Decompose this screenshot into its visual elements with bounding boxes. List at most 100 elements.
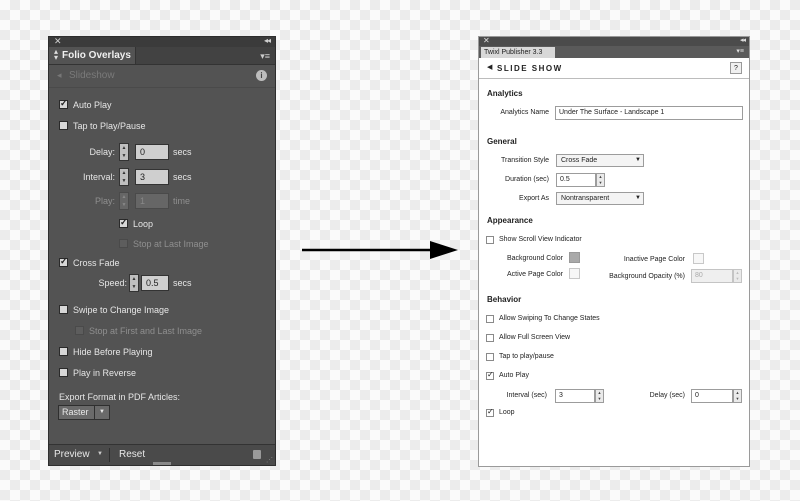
delay-input[interactable]: 0: [691, 389, 733, 403]
collapse-icon[interactable]: ◂◂: [740, 36, 746, 44]
tab-folio-overlays[interactable]: ▴ ▾ Folio Overlays: [49, 47, 136, 64]
chevron-down-icon: ▼: [635, 195, 641, 201]
close-icon[interactable]: ✕: [483, 36, 490, 45]
swipe-row[interactable]: Swipe to Change Image: [59, 304, 169, 318]
resize-grip-icon[interactable]: ⋰: [266, 456, 273, 464]
transition-style-value: Cross Fade: [561, 157, 598, 164]
close-icon[interactable]: ✕: [54, 36, 62, 47]
stop-at-last-checkbox[interactable]: [119, 239, 128, 249]
allow-swiping-label: Allow Swiping To Change States: [499, 315, 600, 322]
interval-input[interactable]: 3: [555, 389, 595, 403]
panel-top-bar: ✕ ◂◂: [479, 36, 749, 46]
reset-button[interactable]: Reset: [119, 449, 145, 460]
duration-stepper[interactable]: ▲ ▼: [596, 173, 605, 187]
stop-first-last-label: Stop at First and Last Image: [89, 325, 203, 336]
twixl-publisher-panel: ✕ ◂◂ Twixl Publisher 3.3 ▾≡ ◀ SLIDE SHOW…: [478, 36, 750, 467]
interval-label: Interval:: [82, 172, 115, 182]
preview-dropdown-icon[interactable]: ▼: [97, 451, 103, 457]
active-page-color-swatch[interactable]: [569, 268, 580, 279]
speed-label: Speed:: [98, 278, 127, 288]
panel-menu-icon[interactable]: ▾≡: [736, 47, 744, 55]
appearance-heading: Appearance: [487, 216, 533, 225]
trash-icon[interactable]: [253, 450, 261, 459]
play-reverse-row[interactable]: Play in Reverse: [59, 367, 136, 381]
full-screen-checkbox[interactable]: [486, 334, 494, 342]
hide-before-row[interactable]: Hide Before Playing: [59, 346, 153, 360]
transition-style-select[interactable]: Cross Fade ▼: [556, 154, 644, 167]
back-arrow-icon[interactable]: ◂: [57, 70, 62, 81]
interval-unit: secs: [173, 172, 192, 182]
speed-stepper[interactable]: ▲ ▼: [129, 274, 139, 292]
cross-fade-row[interactable]: Cross Fade: [59, 256, 120, 271]
auto-play-checkbox[interactable]: [486, 370, 494, 380]
cross-fade-label: Cross Fade: [73, 257, 120, 268]
interval-stepper[interactable]: ▲ ▼: [595, 389, 604, 403]
stop-at-last-label: Stop at Last Image: [133, 238, 209, 249]
play-reverse-checkbox[interactable]: [59, 368, 68, 378]
collapse-icon[interactable]: ◂◂: [264, 36, 271, 45]
tap-to-play-checkbox[interactable]: [59, 121, 68, 131]
speed-input[interactable]: 0.5: [141, 275, 169, 291]
auto-play-label: Auto Play: [73, 99, 112, 110]
arrow-right-icon: [302, 241, 458, 259]
delay-stepper[interactable]: ▲ ▼: [119, 143, 129, 161]
tap-play-pause-label: Tap to play/pause: [499, 353, 554, 360]
swipe-checkbox[interactable]: [59, 305, 68, 315]
drag-handle[interactable]: [153, 462, 171, 465]
transition-style-label: Transition Style: [501, 157, 549, 164]
info-icon[interactable]: i: [256, 70, 267, 81]
duration-input[interactable]: 0.5: [556, 173, 596, 187]
preview-button[interactable]: Preview: [54, 449, 90, 460]
analytics-name-label: Analytics Name: [500, 109, 549, 116]
play-reverse-label: Play in Reverse: [73, 367, 137, 378]
panel-footer: Preview ▼ Reset ⋰: [49, 444, 275, 465]
loop-row[interactable]: Loop: [119, 217, 153, 232]
active-page-color-label: Active Page Color: [506, 271, 563, 278]
overlay-type-header: ◂ Slideshow i: [49, 65, 275, 88]
stop-first-last-checkbox[interactable]: [75, 326, 84, 336]
full-screen-label: Allow Full Screen View: [499, 334, 571, 341]
hide-before-label: Hide Before Playing: [73, 346, 153, 357]
tap-play-pause-checkbox[interactable]: [486, 353, 494, 361]
divider: [109, 448, 110, 462]
export-format-select[interactable]: Raster ▼: [58, 405, 110, 420]
general-heading: General: [487, 137, 517, 146]
stop-at-last-row[interactable]: Stop at Last Image: [119, 238, 209, 252]
loop-checkbox[interactable]: [486, 407, 494, 417]
help-button[interactable]: ?: [730, 62, 742, 74]
background-color-swatch[interactable]: [569, 252, 580, 263]
play-input[interactable]: 1: [135, 193, 169, 209]
allow-swiping-checkbox[interactable]: [486, 315, 494, 323]
background-opacity-input[interactable]: 80: [691, 269, 733, 283]
hide-before-checkbox[interactable]: [59, 347, 68, 357]
play-stepper[interactable]: ▲ ▼: [119, 192, 129, 210]
delay-label: Delay:: [89, 147, 115, 157]
stop-first-last-row[interactable]: Stop at First and Last Image: [75, 325, 202, 339]
panel-top-bar: ✕ ◂◂: [49, 36, 275, 47]
loop-checkbox[interactable]: [119, 217, 128, 229]
analytics-heading: Analytics: [487, 89, 523, 98]
delay-input[interactable]: 0: [135, 144, 169, 160]
tab-label: Folio Overlays: [62, 50, 131, 61]
analytics-name-input[interactable]: Under The Surface - Landscape 1: [555, 106, 743, 120]
background-color-label: Background Color: [506, 255, 563, 262]
interval-stepper[interactable]: ▲ ▼: [119, 168, 129, 186]
tap-to-play-label: Tap to Play/Pause: [73, 120, 146, 131]
auto-play-row[interactable]: Auto Play: [59, 98, 112, 113]
export-as-select[interactable]: Nontransparent ▼: [556, 192, 644, 205]
scroll-indicator-checkbox[interactable]: [486, 236, 494, 244]
delay-stepper[interactable]: ▲ ▼: [733, 389, 742, 403]
play-unit: time: [173, 196, 191, 206]
speed-unit: secs: [173, 278, 192, 288]
cross-fade-checkbox[interactable]: [59, 256, 68, 268]
auto-play-checkbox[interactable]: [59, 98, 68, 110]
inactive-page-color-swatch[interactable]: [693, 253, 704, 264]
tap-to-play-row[interactable]: Tap to Play/Pause: [59, 120, 146, 134]
swipe-label: Swipe to Change Image: [73, 304, 170, 315]
background-opacity-stepper[interactable]: ▲ ▼: [733, 269, 742, 283]
back-arrow-icon[interactable]: ◀: [487, 63, 492, 71]
interval-input[interactable]: 3: [135, 169, 169, 185]
delay-unit: secs: [173, 147, 192, 157]
panel-menu-icon[interactable]: ▾≡: [260, 51, 270, 62]
tab-twixl-publisher[interactable]: Twixl Publisher 3.3: [481, 47, 555, 58]
